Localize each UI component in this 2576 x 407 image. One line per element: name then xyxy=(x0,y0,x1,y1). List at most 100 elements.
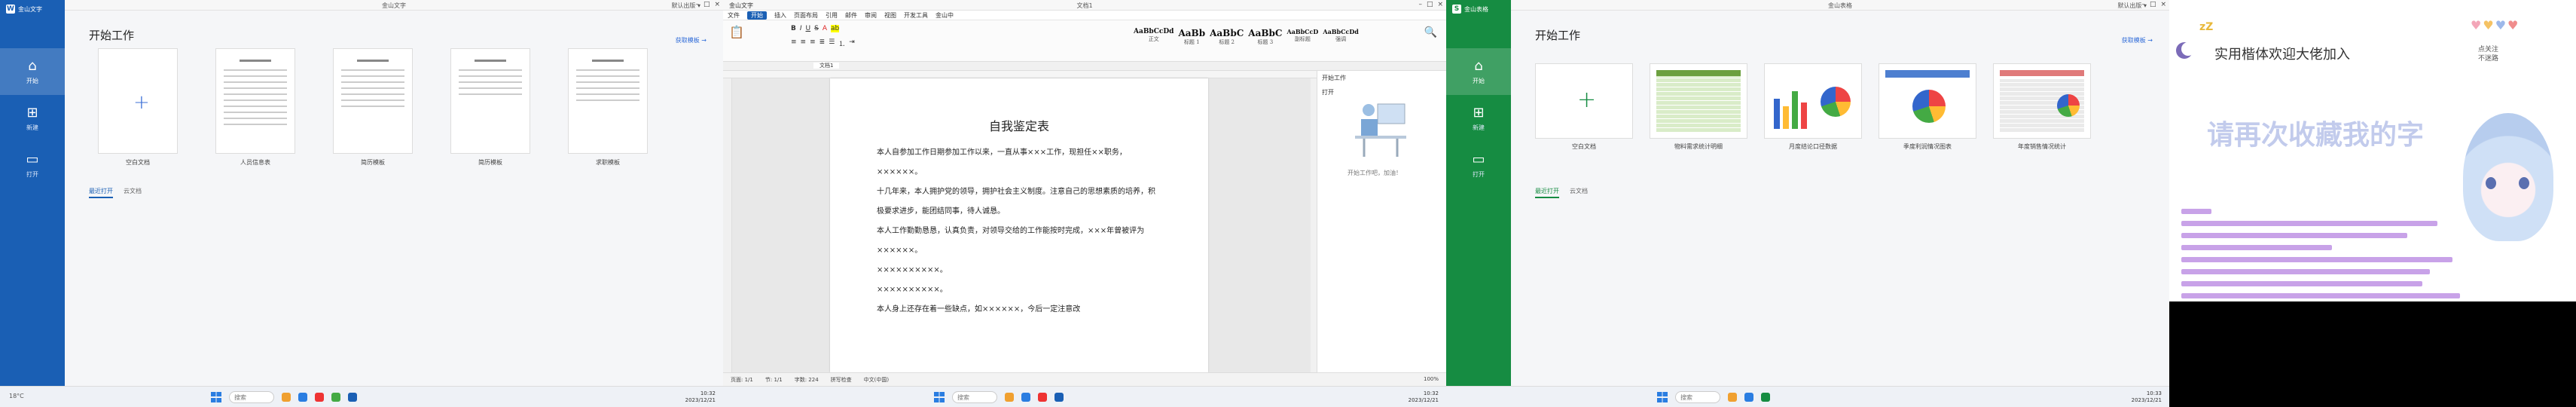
nav-label: 打开 xyxy=(26,171,38,178)
align-left-icon[interactable]: ≡ xyxy=(791,38,797,48)
template-item[interactable]: 年度销售情况统计 xyxy=(1993,63,2091,151)
menu-insert[interactable]: 插入 xyxy=(774,11,786,20)
close-icon[interactable]: × xyxy=(1437,1,1443,8)
tab-cloud[interactable]: 云文档 xyxy=(124,187,142,198)
menu-mail[interactable]: 邮件 xyxy=(845,11,857,20)
status-spell[interactable]: 拼写检查 xyxy=(831,376,852,383)
italic-icon[interactable]: I xyxy=(800,25,802,32)
style-item[interactable]: AaBb 标题 1 xyxy=(1178,28,1205,46)
minimize-icon[interactable]: – xyxy=(695,1,699,8)
menu-extra[interactable]: 金山中 xyxy=(935,11,954,20)
taskbar-search[interactable]: 搜索 xyxy=(1675,391,1720,403)
style-item[interactable]: AaBbC 标题 2 xyxy=(1210,28,1244,46)
nav-open[interactable]: ▭ 打开 xyxy=(1446,142,1511,188)
menu-home[interactable]: 开始 xyxy=(747,11,767,20)
app-icon[interactable] xyxy=(1005,393,1014,402)
status-words[interactable]: 字数: 224 xyxy=(795,376,819,383)
template-blank[interactable]: + 空白文档 xyxy=(98,48,178,167)
more-templates-link[interactable]: 获取模板 → xyxy=(676,36,707,44)
tab-cloud[interactable]: 云文档 xyxy=(1570,187,1588,198)
style-item[interactable]: AaBbCcDd 强调 xyxy=(1323,28,1359,46)
justify-icon[interactable]: ≣ xyxy=(819,38,826,48)
vertical-scrollbar[interactable] xyxy=(1311,78,1317,372)
template-item[interactable]: 简历模板 xyxy=(333,48,413,167)
bullets-icon[interactable]: ☰ xyxy=(829,38,835,48)
writer-icon[interactable] xyxy=(348,393,357,402)
template-item[interactable]: 月度结论口径数据 xyxy=(1764,63,1862,151)
close-icon[interactable]: × xyxy=(2160,1,2166,8)
align-center-icon[interactable]: ≡ xyxy=(801,38,807,48)
clock[interactable]: 10:32 2023/12/21 xyxy=(1409,390,1439,404)
document-page[interactable]: 自我鉴定表 本人自参加工作日期参加工作以来，一直从事×××工作，现担任××职务，… xyxy=(830,78,1208,372)
folder-icon: ▭ xyxy=(26,151,39,167)
numbering-icon[interactable]: ⒈ xyxy=(838,38,845,48)
nav-new[interactable]: ⊞ 新建 xyxy=(0,95,65,142)
app-icon[interactable] xyxy=(1728,393,1737,402)
windows-start-icon[interactable] xyxy=(1657,392,1668,402)
taskbar-search[interactable]: 搜索 xyxy=(229,391,274,403)
template-item[interactable]: 人员信息表 xyxy=(215,48,295,167)
sheet-icon[interactable] xyxy=(1761,393,1770,402)
menu-layout[interactable]: 页面布局 xyxy=(794,11,818,20)
nav-home[interactable]: ⌂ 开始 xyxy=(1446,48,1511,95)
weather-widget[interactable]: 18°C xyxy=(9,393,24,399)
highlight-icon[interactable]: ab xyxy=(831,25,840,32)
clock[interactable]: 10:32 2023/12/21 xyxy=(685,390,716,404)
style-item[interactable]: AaBbCcD 副标题 xyxy=(1286,28,1318,46)
close-icon[interactable]: × xyxy=(714,1,720,8)
menu-view[interactable]: 视图 xyxy=(884,11,896,20)
style-item[interactable]: AaBbC 标题 3 xyxy=(1248,28,1282,46)
search-icon[interactable]: 🔍 xyxy=(1424,26,1437,38)
writer-icon[interactable] xyxy=(1055,393,1064,402)
maximize-icon[interactable]: □ xyxy=(2150,1,2156,8)
align-right-icon[interactable]: ≡ xyxy=(810,38,816,48)
document-tab[interactable]: 文档1 xyxy=(813,63,840,69)
indent-icon[interactable]: ⇥ xyxy=(849,38,855,48)
template-item[interactable]: 物料需求统计明细 xyxy=(1650,63,1747,151)
clock[interactable]: 10:33 2023/12/21 xyxy=(2132,390,2162,404)
nav-label: 新建 xyxy=(26,124,38,131)
menu-developer[interactable]: 开发工具 xyxy=(904,11,928,20)
style-item[interactable]: AaBbCcDd 正文 xyxy=(1134,28,1174,46)
poster-screen: zZ 实用楷体欢迎大佬加入 ♥♥♥♥ 点关注 不迷路 请再次收藏我的字 xyxy=(2169,0,2576,407)
edge-icon[interactable] xyxy=(1744,393,1753,402)
zoom-level[interactable]: 100% xyxy=(1424,376,1439,383)
app-icon[interactable] xyxy=(331,393,340,402)
app-icon[interactable] xyxy=(282,393,291,402)
nav-open[interactable]: ▭ 打开 xyxy=(0,142,65,188)
menu-references[interactable]: 引用 xyxy=(826,11,838,20)
nav-new[interactable]: ⊞ 新建 xyxy=(1446,95,1511,142)
strike-icon[interactable]: S xyxy=(814,25,819,32)
tab-recent[interactable]: 最近打开 xyxy=(89,187,113,198)
bold-icon[interactable]: B xyxy=(791,25,796,32)
tab-recent[interactable]: 最近打开 xyxy=(1535,187,1559,198)
template-caption: 简历模板 xyxy=(361,159,385,166)
font-color-icon[interactable]: A xyxy=(823,25,827,32)
template-blank[interactable]: + 空白文档 xyxy=(1535,63,1633,151)
minimize-icon[interactable]: – xyxy=(2141,1,2145,8)
more-templates-link[interactable]: 获取模板 → xyxy=(2122,36,2153,44)
nav-home[interactable]: ⌂ 开始 xyxy=(0,48,65,95)
minimize-icon[interactable]: – xyxy=(1418,1,1422,8)
maximize-icon[interactable]: □ xyxy=(1427,1,1433,8)
windows-start-icon[interactable] xyxy=(934,392,945,402)
app-icon[interactable] xyxy=(315,393,324,402)
maximize-icon[interactable]: □ xyxy=(704,1,710,8)
nav-label: 开始 xyxy=(26,78,38,84)
windows-start-icon[interactable] xyxy=(211,392,221,402)
template-item[interactable]: 简历模板 xyxy=(450,48,530,167)
page-title: 开始工作 xyxy=(89,29,135,42)
status-language[interactable]: 中文(中国) xyxy=(864,376,889,383)
menu-review[interactable]: 审阅 xyxy=(865,11,877,20)
nav-label: 新建 xyxy=(1473,124,1485,131)
edge-icon[interactable] xyxy=(298,393,307,402)
app-icon[interactable] xyxy=(1038,393,1047,402)
template-item[interactable]: 求职模板 xyxy=(568,48,648,167)
template-item[interactable]: 季度利润情况图表 xyxy=(1879,63,1976,151)
edge-icon[interactable] xyxy=(1021,393,1030,402)
taskbar-search[interactable]: 搜索 xyxy=(952,391,997,403)
paste-icon[interactable]: 📋 xyxy=(729,25,744,39)
window-title: 金山表格 xyxy=(1828,2,1852,9)
underline-icon[interactable]: U xyxy=(806,25,811,32)
menu-file[interactable]: 文件 xyxy=(728,11,740,20)
